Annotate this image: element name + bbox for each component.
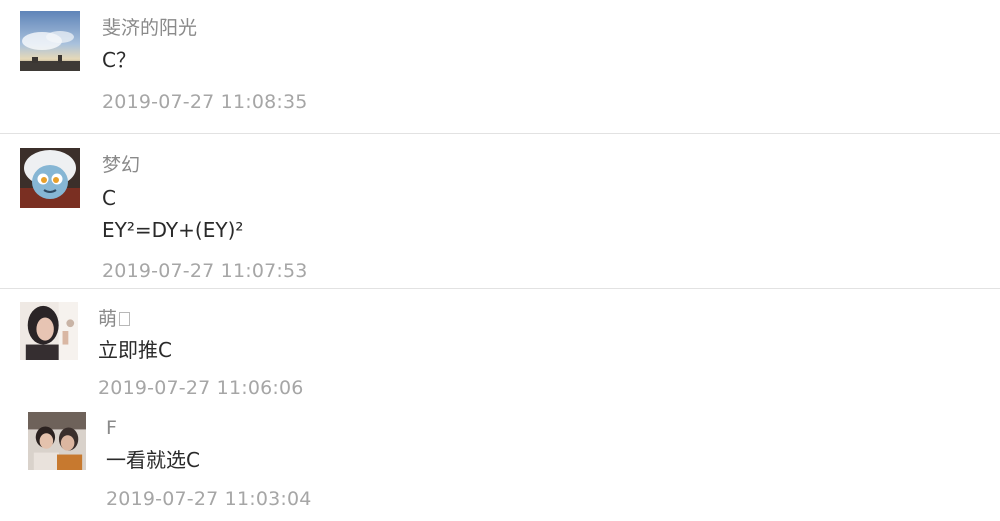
comment-username[interactable]: 萌 bbox=[98, 307, 131, 331]
user-avatar[interactable] bbox=[20, 148, 80, 208]
comment-text-line: 立即推C bbox=[98, 338, 172, 362]
comment-list: 斐济的阳光 C？ 2019-07-27 11:08:35 梦幻 C EY²=DY… bbox=[0, 0, 1000, 521]
comment-item: 斐济的阳光 C？ 2019-07-27 11:08:35 bbox=[0, 0, 1000, 133]
people-photo-avatar-image bbox=[28, 412, 86, 470]
comment-text-line: EY²=DY+(EY)² bbox=[102, 218, 244, 242]
reply-username[interactable]: F bbox=[106, 416, 117, 440]
comment-item: 梦幻 C EY²=DY+(EY)² 2019-07-27 11:07:53 bbox=[0, 134, 1000, 288]
comment-text-line: C bbox=[102, 186, 116, 210]
user-avatar[interactable] bbox=[28, 412, 86, 470]
reply-item: F 一看就选C 2019-07-27 11:03:04 bbox=[0, 407, 1000, 521]
comment-item: 萌 立即推C 2019-07-27 11:06:06 F 一看就选C 2019-… bbox=[0, 289, 1000, 521]
user-avatar[interactable] bbox=[20, 11, 80, 71]
reply-text-line: 一看就选C bbox=[106, 448, 200, 472]
cartoon-character-avatar-image bbox=[20, 148, 80, 208]
reply-timestamp: 2019-07-27 11:03:04 bbox=[106, 488, 312, 510]
sky-landscape-avatar-image bbox=[20, 11, 80, 71]
comment-username[interactable]: 梦幻 bbox=[102, 153, 140, 177]
comment-username[interactable]: 斐济的阳光 bbox=[102, 16, 197, 40]
missing-glyph-icon bbox=[119, 312, 131, 326]
comment-text-line: C？ bbox=[102, 48, 136, 72]
comment-timestamp: 2019-07-27 11:08:35 bbox=[102, 91, 308, 113]
portrait-photo-avatar-image bbox=[20, 302, 78, 360]
user-avatar[interactable] bbox=[20, 302, 78, 360]
comment-timestamp: 2019-07-27 11:07:53 bbox=[102, 260, 308, 282]
comment-timestamp: 2019-07-27 11:06:06 bbox=[98, 377, 304, 399]
